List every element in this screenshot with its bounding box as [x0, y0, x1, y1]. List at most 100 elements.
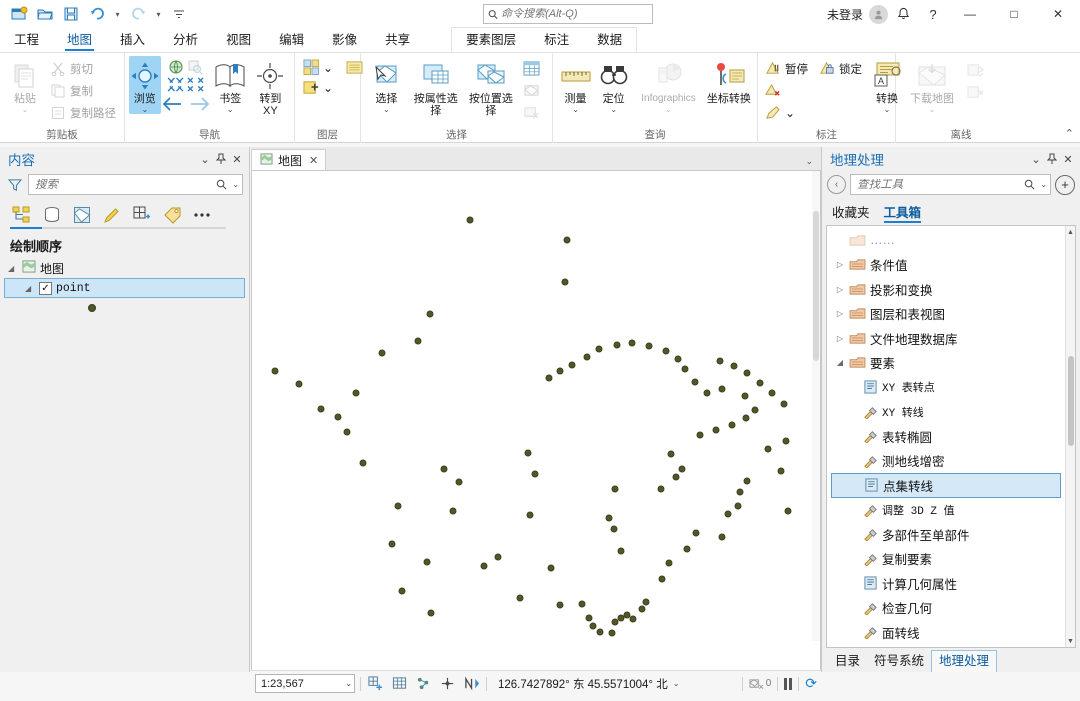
geoprocessing-tool-item[interactable]: 面转线 [827, 620, 1065, 645]
bottom-tab-geoprocessing[interactable]: 地理处理 [931, 650, 998, 672]
map-point-feature[interactable] [756, 379, 764, 387]
map-point-feature[interactable] [613, 341, 621, 349]
locate-dropdown-icon[interactable]: ⌄ [610, 105, 617, 114]
list-by-labeling-icon[interactable] [160, 203, 184, 227]
map-scale-dropdown-icon[interactable]: ⌄ [345, 679, 352, 688]
pause-drawing-icon[interactable] [784, 677, 793, 690]
list-by-snapping-icon[interactable] [130, 203, 154, 227]
point-symbol-icon[interactable] [88, 304, 96, 312]
map-point-feature[interactable] [605, 514, 613, 522]
contents-item-point[interactable]: ◢ ✓ point [4, 278, 245, 298]
avatar[interactable] [869, 4, 888, 24]
map-point-feature[interactable] [563, 236, 571, 244]
geoprocessing-tool-item[interactable]: 切分 [827, 645, 1065, 648]
geoprocessing-toolset-item[interactable]: ▷ 图层和表视图 [827, 302, 1065, 327]
map-point-feature[interactable] [681, 365, 689, 373]
tab-imagery[interactable]: 影像 [318, 28, 371, 52]
map-point-feature[interactable] [589, 622, 597, 630]
list-by-drawing-order-icon[interactable] [10, 203, 34, 227]
map-point-feature[interactable] [388, 540, 396, 548]
redo-dropdown-icon[interactable]: ▾ [152, 3, 165, 25]
zoom-to-selection-button[interactable] [521, 80, 548, 101]
pause-labeling-button[interactable]: 暂停 [762, 58, 812, 79]
geoprocessing-toolset-item[interactable]: ▷ 条件值 [827, 253, 1065, 278]
contents-search-box[interactable]: ⌄ [28, 174, 243, 195]
map-point-feature[interactable] [455, 478, 463, 486]
list-by-data-source-icon[interactable] [40, 203, 64, 227]
maximize-button[interactable]: □ [992, 0, 1036, 28]
map-point-feature[interactable] [728, 421, 736, 429]
tab-project[interactable]: 工程 [0, 28, 53, 52]
crosshair-icon[interactable] [438, 674, 457, 693]
expand-arrow-icon[interactable]: ▷ [835, 285, 845, 294]
map-point-feature[interactable] [703, 389, 711, 397]
map-point-feature[interactable] [271, 367, 279, 375]
basemap-icon[interactable] [303, 59, 320, 76]
sync-button[interactable] [965, 60, 992, 81]
tab-map[interactable]: 地图 [53, 28, 106, 52]
explore-button[interactable]: 浏览 ⌄ [129, 56, 161, 114]
contents-menu-icon[interactable]: ⌄ [197, 150, 213, 168]
map-point-feature[interactable] [667, 450, 675, 458]
map-point-feature[interactable] [741, 392, 749, 400]
map-point-feature[interactable] [683, 545, 691, 553]
expand-arrow-icon[interactable]: ◢ [25, 284, 35, 293]
map-point-feature[interactable] [629, 615, 637, 623]
map-scale-combobox[interactable]: 1:23,567 ⌄ [255, 674, 355, 693]
map-point-feature[interactable] [743, 477, 751, 485]
map-point-feature[interactable] [378, 349, 386, 357]
basemap-dropdown-icon[interactable]: ⌄ [323, 61, 333, 75]
geoprocessing-tool-item[interactable]: 测地线增密 [827, 449, 1065, 474]
north-arrow-icon[interactable] [462, 674, 481, 693]
coordinate-conversion-button[interactable]: 坐标转换 [705, 56, 753, 105]
geoprocessing-scrollbar[interactable]: ▲ ▼ [1065, 226, 1075, 647]
map-point-feature[interactable] [394, 502, 402, 510]
geoprocessing-menu-icon[interactable]: ⌄ [1028, 150, 1044, 168]
measure-dropdown-icon[interactable]: ⌄ [572, 105, 579, 114]
map-point-feature[interactable] [784, 507, 792, 515]
add-toolbox-icon[interactable]: + [1055, 174, 1075, 195]
map-point-feature[interactable] [716, 357, 724, 365]
geoprocessing-tool-item[interactable]: 调整 3D Z 值 [827, 498, 1065, 523]
map-point-feature[interactable] [352, 389, 360, 397]
geoprocessing-toolset-item[interactable]: ▷ 投影和变换 [827, 277, 1065, 302]
select-dropdown-icon[interactable]: ⌄ [383, 105, 390, 114]
geoprocessing-pin-icon[interactable] [1044, 150, 1060, 168]
geoprocessing-tool-item[interactable]: XY 转线 [827, 400, 1065, 425]
map-point-feature[interactable] [662, 347, 670, 355]
tab-share[interactable]: 共享 [371, 28, 424, 52]
map-point-feature[interactable] [674, 355, 682, 363]
map-point-feature[interactable] [657, 485, 665, 493]
redo-icon[interactable] [126, 3, 150, 25]
label-style-button[interactable]: ⌄ [762, 102, 866, 123]
map-point-feature[interactable] [414, 337, 422, 345]
geoprocessing-close-icon[interactable]: ✕ [1060, 150, 1076, 168]
tab-feature-layer[interactable]: 要素图层 [452, 28, 530, 52]
sign-in-status[interactable]: 未登录 [827, 6, 869, 23]
tab-favorites[interactable]: 收藏夹 [832, 202, 870, 223]
map-point-feature[interactable] [718, 533, 726, 541]
map-canvas[interactable] [252, 171, 820, 641]
geoprocessing-toolset-item[interactable]: ▷ 文件地理数据库 [827, 326, 1065, 351]
map-point-feature[interactable] [568, 361, 576, 369]
geoprocessing-search-input[interactable] [857, 178, 1022, 191]
map-point-feature[interactable] [610, 525, 618, 533]
add-grid-icon[interactable] [366, 674, 385, 693]
map-point-feature[interactable] [777, 467, 785, 475]
refresh-icon[interactable]: ⟳ [805, 675, 817, 692]
tab-toolboxes[interactable]: 工具箱 [883, 202, 921, 223]
xy-events-icon[interactable] [414, 674, 433, 693]
map-point-feature[interactable] [595, 345, 603, 353]
cut-button[interactable]: 剪切 [47, 58, 120, 79]
bookmarks-dropdown-icon[interactable]: ⌄ [227, 105, 234, 114]
map-point-feature[interactable] [678, 465, 686, 473]
map-point-feature[interactable] [718, 385, 726, 393]
map-point-feature[interactable] [692, 529, 700, 537]
filter-icon[interactable] [6, 176, 24, 194]
map-view[interactable] [251, 170, 821, 672]
map-point-feature[interactable] [295, 380, 303, 388]
back-icon[interactable]: ‹ [827, 175, 846, 194]
minimize-button[interactable]: — [948, 0, 992, 28]
map-point-feature[interactable] [782, 437, 790, 445]
remove-offline-button[interactable] [965, 82, 992, 103]
